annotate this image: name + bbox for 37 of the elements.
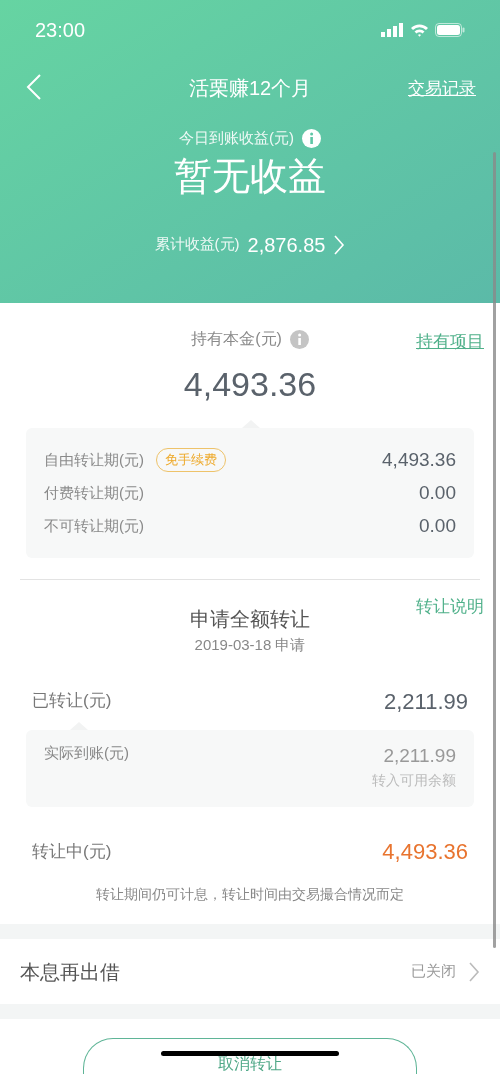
application-date: 2019-03-18 申请	[193, 635, 307, 655]
transfer-note: 转让期间仍可计息，转让时间由交易撮合情况而定	[95, 885, 405, 904]
chevron-right-icon	[468, 960, 480, 983]
transferred-value: 2,211.99	[384, 687, 468, 716]
info-icon	[302, 128, 321, 148]
reinvest-status: 已关闭	[411, 961, 456, 982]
status-time: 23:00	[35, 18, 86, 43]
row-value: 0.00	[419, 513, 456, 538]
holdings-label: 持有本金(元)	[191, 329, 282, 349]
page-title: 活栗赚12个月	[188, 75, 312, 101]
row-value: 4,493.36	[382, 447, 456, 472]
received-note: 转入可用余额	[372, 771, 456, 790]
wifi-icon	[410, 23, 429, 37]
earnings-value: 暂无收益	[173, 153, 327, 199]
row-label: 付费转让期(元)	[44, 482, 144, 503]
pending-label: 转让中(元)	[32, 840, 112, 863]
earnings-label: 今日到账收益(元)	[179, 128, 294, 148]
transferred-label: 已转让(元)	[32, 690, 112, 713]
reinvest-row[interactable]: 本息再出借 已关闭	[0, 939, 500, 1004]
total-earnings-button[interactable]: 累计收益(元) 2,876.85	[154, 229, 346, 260]
signal-icon	[381, 23, 404, 37]
row-label: 不可转让期(元)	[44, 515, 144, 536]
chevron-right-icon	[333, 233, 346, 256]
battery-icon	[435, 23, 465, 37]
back-button[interactable]	[26, 73, 42, 101]
held-items-link[interactable]: 持有项目	[416, 329, 484, 355]
row-label: 自由转让期(元)	[44, 449, 144, 470]
received-label: 实际到账(元)	[44, 742, 129, 763]
transaction-records-link[interactable]: 交易记录	[408, 76, 476, 102]
principal-value: 4,493.36	[182, 364, 318, 405]
info-icon	[289, 329, 309, 349]
received-value: 2,211.99	[383, 743, 456, 768]
transfer-info-link[interactable]: 转让说明	[416, 594, 484, 620]
transfer-title: 申请全额转让	[190, 607, 310, 632]
pending-value: 4,493.36	[382, 838, 468, 866]
back-icon	[26, 73, 42, 101]
row-value: 0.00	[419, 480, 456, 505]
